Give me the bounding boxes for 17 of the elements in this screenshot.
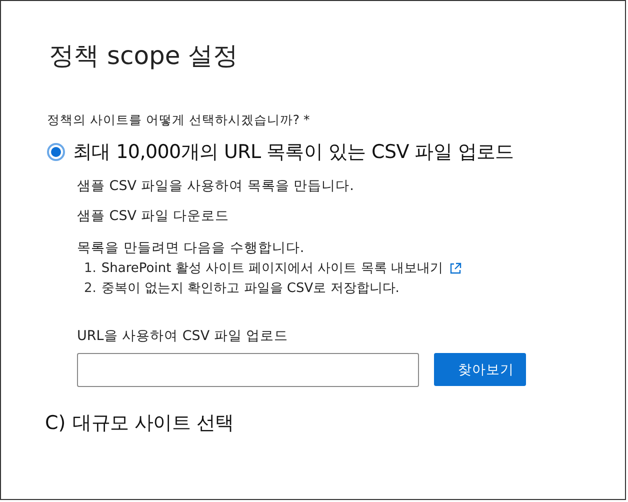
step-text: 중복이 없는지 확인하고 파일을 CSV로 저장합니다. (101, 280, 400, 297)
upload-label: URL을 사용하여 CSV 파일 업로드 (77, 327, 290, 345)
page-title: 정책 scope 설정 (49, 40, 240, 72)
step-number: 2. (84, 280, 96, 296)
option-label: 대규모 사이트 선택 (72, 411, 234, 436)
option-marker: C) (45, 412, 66, 434)
browse-button[interactable]: 찾아보기 (434, 353, 526, 386)
step-number: 1. (84, 260, 96, 276)
steps-intro: 목록을 만들려면 다음을 수행합니다. (77, 239, 306, 257)
step-text: SharePoint 활성 사이트 페이지에서 사이트 목록 내보내기 (101, 260, 443, 277)
question-label: 정책의 사이트를 어떻게 선택하시겠습니까? * (47, 112, 311, 129)
option-label: 최대 10,000개의 URL 목록이 있는 CSV 파일 업로드 (73, 140, 514, 165)
external-link-icon[interactable] (449, 262, 462, 274)
download-link[interactable]: 샘플 CSV 파일 다운로드 (77, 207, 625, 225)
file-url-field[interactable] (77, 353, 419, 387)
description-text: 샘플 CSV 파일을 사용하여 목록을 만듭니다. (77, 177, 355, 195)
radio-button[interactable] (47, 143, 65, 161)
